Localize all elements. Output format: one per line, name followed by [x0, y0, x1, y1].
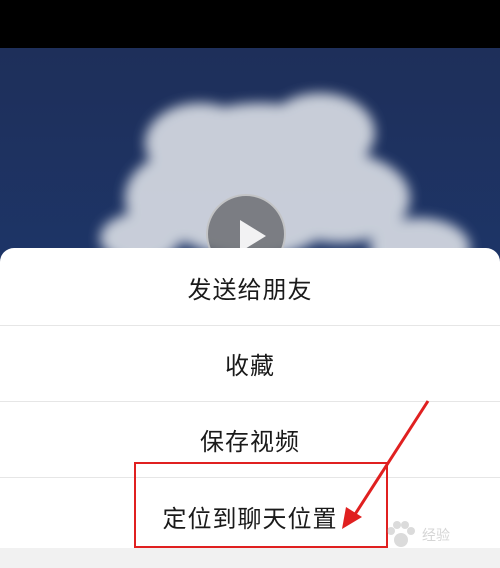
- status-bar: [0, 0, 500, 48]
- watermark: 经验: [384, 516, 496, 554]
- annotation-arrow-icon: [342, 400, 430, 529]
- watermark-text: 经验: [422, 528, 450, 544]
- send-to-friend-option[interactable]: 发送给朋友: [0, 250, 500, 326]
- favorite-option[interactable]: 收藏: [0, 326, 500, 402]
- paw-logo-icon: [387, 521, 415, 547]
